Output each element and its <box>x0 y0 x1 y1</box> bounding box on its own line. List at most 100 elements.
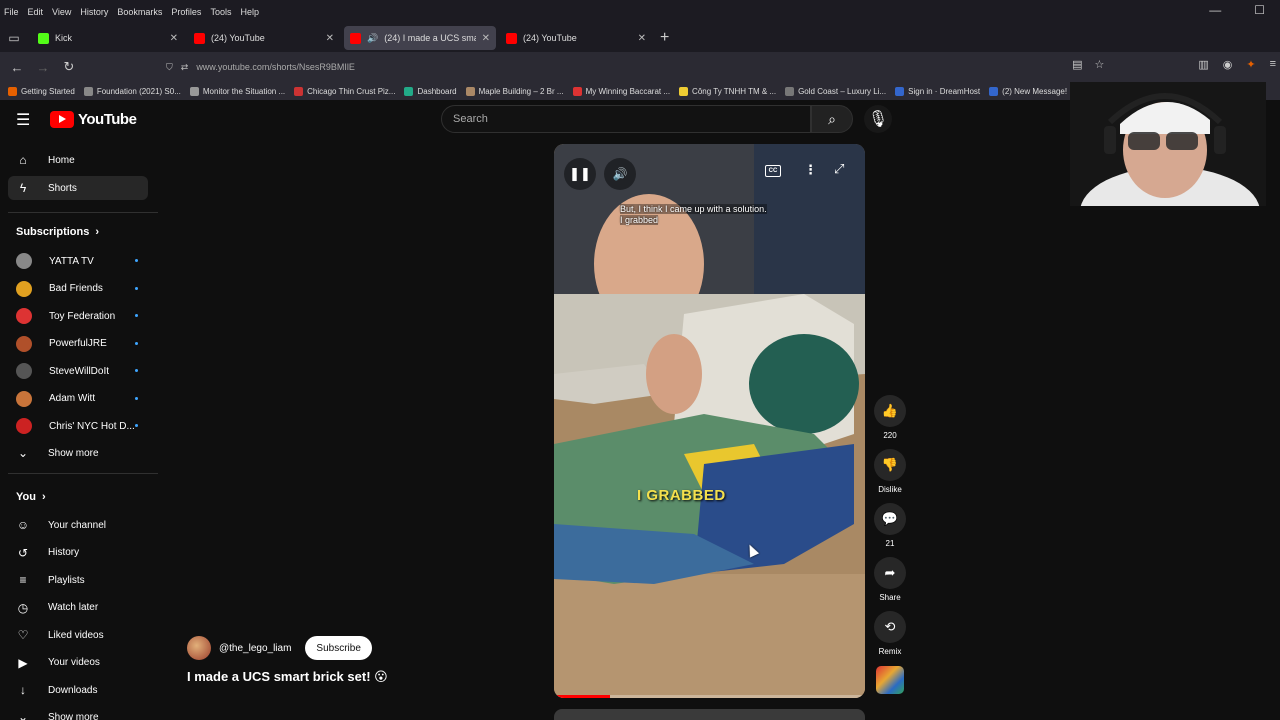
menu-icon[interactable]: ≡ <box>1270 58 1276 71</box>
you-item[interactable]: ♡ Liked videos <box>8 623 148 647</box>
reload-icon[interactable]: ↻ <box>56 59 82 75</box>
voice-search-button[interactable]: 🎙 <box>864 105 892 133</box>
sidebar-item-shorts[interactable]: ϟ Shorts <box>8 176 148 200</box>
account-icon[interactable]: ◉ <box>1223 58 1233 71</box>
shield-icon[interactable]: ⛉ <box>166 62 173 73</box>
show-more-button[interactable]: ⌄ Show more <box>8 441 148 465</box>
subscriptions-heading[interactable]: Subscriptions › <box>16 226 99 238</box>
subscription-item[interactable]: Chris' NYC Hot D... <box>16 415 140 437</box>
menu-bookmarks[interactable]: Bookmarks <box>117 7 162 17</box>
reader-view-icon[interactable]: ▤ <box>1072 58 1082 71</box>
guide-menu-icon[interactable]: ☰ <box>16 110 30 130</box>
menu-view[interactable]: View <box>52 7 71 17</box>
subscription-item[interactable]: PowerfulJRE <box>16 333 140 355</box>
more-options-icon[interactable]: ⋮ <box>804 162 817 178</box>
volume-button[interactable]: 🔊 <box>604 158 636 190</box>
search-button[interactable]: ⌕ <box>811 105 853 133</box>
short-video-player[interactable]: ❚❚ 🔊 CC ⋮ ⤢ But, I think I came up with … <box>554 144 865 698</box>
bookmark-item[interactable]: Chicago Thin Crust Piz... <box>294 86 395 96</box>
show-more-button[interactable]: ⌄ Show more <box>8 705 148 720</box>
bookmark-item[interactable]: Monitor the Situation ... <box>189 86 285 96</box>
menu-file[interactable]: File <box>4 7 19 17</box>
dislike-action[interactable]: 👎 Dislike <box>872 449 908 494</box>
next-short-preview[interactable] <box>554 709 865 720</box>
menu-edit[interactable]: Edit <box>28 7 44 17</box>
search-input[interactable]: Search <box>441 105 811 133</box>
short-title[interactable]: I made a UCS smart brick set! 😮 <box>187 669 388 685</box>
subscription-item[interactable]: YATTA TV <box>16 250 140 272</box>
tab-youtube[interactable]: (24) YouTube ✕ <box>500 26 652 50</box>
bookmark-item[interactable]: Dashboard <box>404 86 457 96</box>
url-bar[interactable]: ⛉ ⇄ www.youtube.com/shorts/NsesR9BMIlE <box>160 56 1110 78</box>
close-icon[interactable]: ✕ <box>326 33 334 44</box>
back-icon[interactable]: ← <box>4 60 30 75</box>
remix-action[interactable]: ⟲ Remix <box>872 611 908 656</box>
search-placeholder: Search <box>453 113 488 125</box>
new-tab-icon[interactable]: + <box>660 29 669 47</box>
close-icon[interactable]: ✕ <box>638 33 646 44</box>
new-content-dot <box>135 314 138 317</box>
you-item[interactable]: ◷ Watch later <box>8 596 148 620</box>
bookmark-item[interactable]: Gold Coast – Luxury Li... <box>785 86 886 96</box>
menu-profiles[interactable]: Profiles <box>171 7 201 17</box>
subscribe-button[interactable]: Subscribe <box>305 636 372 660</box>
bookmark-item[interactable]: Maple Building – 2 Br ... <box>465 86 564 96</box>
channel-avatar[interactable] <box>187 636 211 660</box>
chevron-down-icon: ⌄ <box>17 710 29 720</box>
sidebar-item-home[interactable]: ⌂ Home <box>8 148 148 172</box>
comments-action[interactable]: 💬 21 <box>872 503 908 548</box>
like-button[interactable]: 👍 <box>874 395 906 427</box>
captions-icon[interactable]: CC <box>765 165 781 177</box>
speaker-icon[interactable]: 🔊 <box>367 33 378 44</box>
extension-icon[interactable]: ✦ <box>1246 58 1255 71</box>
share-button[interactable]: ➦ <box>874 557 906 589</box>
you-item[interactable]: ↺ History <box>8 541 148 565</box>
guide-sidebar: ⌂ Home ϟ Shorts Subscriptions › YATTA TV… <box>0 140 160 720</box>
dislike-button[interactable]: 👎 <box>874 449 906 481</box>
tab-bar: ▭ Kick ✕ (24) YouTube ✕ 🔊 (24) I made a … <box>0 24 1280 52</box>
tab-youtube-short[interactable]: 🔊 (24) I made a UCS smart br ✕ <box>344 26 496 50</box>
bookmark-item[interactable]: Foundation (2021) S0... <box>83 86 181 96</box>
channel-name[interactable]: @the_lego_liam <box>219 643 291 654</box>
bookmark-favicon-icon <box>785 86 795 96</box>
forward-icon[interactable]: → <box>30 60 56 75</box>
comments-button[interactable]: 💬 <box>874 503 906 535</box>
subscription-item[interactable]: SteveWillDoIt <box>16 360 140 382</box>
menu-help[interactable]: Help <box>240 7 259 17</box>
youtube-logo[interactable]: YouTube <box>50 111 137 128</box>
bookmark-item[interactable]: My Winning Baccarat ... <box>572 86 670 96</box>
sound-thumbnail[interactable] <box>876 666 904 694</box>
subscription-item[interactable]: Adam Witt <box>16 388 140 410</box>
maximize-icon[interactable]: ☐ <box>1254 3 1265 17</box>
tab-kick[interactable]: Kick ✕ <box>32 26 184 50</box>
fullscreen-icon[interactable]: ⤢ <box>834 161 844 177</box>
close-icon[interactable]: ✕ <box>482 33 490 44</box>
you-item[interactable]: ☺ Your channel <box>8 513 148 537</box>
tab-youtube[interactable]: (24) YouTube ✕ <box>188 26 340 50</box>
bookmark-item[interactable]: Getting Started <box>8 86 75 96</box>
bookmark-item[interactable]: Công Ty TNHH TM & ... <box>679 86 776 96</box>
close-icon[interactable]: ✕ <box>170 33 178 44</box>
permissions-icon[interactable]: ⇄ <box>181 62 189 73</box>
minimize-icon[interactable]: — <box>1209 3 1221 17</box>
pause-button[interactable]: ❚❚ <box>564 158 596 190</box>
remix-button[interactable]: ⟲ <box>874 611 906 643</box>
bookmark-star-icon[interactable]: ☆ <box>1094 58 1104 71</box>
you-item[interactable]: ▶ Your videos <box>8 651 148 675</box>
bookmark-item[interactable]: (2) New Message! <box>989 86 1067 96</box>
new-content-dot <box>135 341 138 345</box>
subscription-item[interactable]: Bad Friends <box>16 278 140 300</box>
menu-tools[interactable]: Tools <box>210 7 231 17</box>
tab-list-icon[interactable]: ▭ <box>0 24 28 52</box>
like-action[interactable]: 👍 220 <box>872 395 908 440</box>
you-item[interactable]: ↓ Downloads <box>8 678 148 702</box>
menu-history[interactable]: History <box>80 7 108 17</box>
you-heading[interactable]: You › <box>16 491 46 503</box>
bookmark-item[interactable]: Sign in · DreamHost <box>895 86 980 96</box>
subscription-item[interactable]: Toy Federation <box>16 305 140 327</box>
share-action[interactable]: ➦ Share <box>872 557 908 602</box>
sidebar-icon[interactable]: ▥ <box>1198 58 1208 71</box>
subscription-name: YATTA TV <box>49 255 94 267</box>
you-item[interactable]: ≡ Playlists <box>8 568 148 592</box>
progress-bar[interactable] <box>554 695 865 698</box>
